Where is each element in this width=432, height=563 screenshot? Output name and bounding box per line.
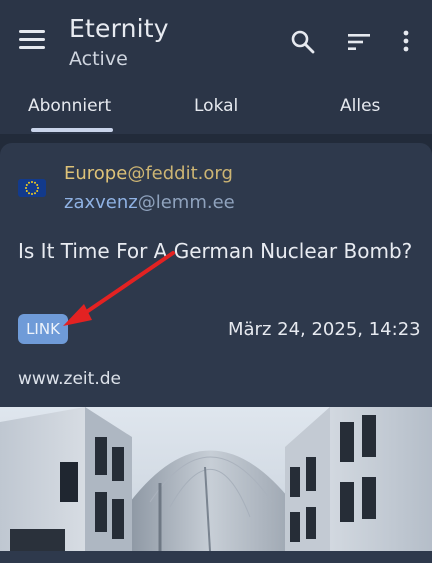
app-subtitle: Active bbox=[69, 48, 128, 70]
author-link[interactable]: zaxvenz@lemm.ee bbox=[64, 192, 235, 213]
author-name: zaxvenz bbox=[64, 192, 138, 213]
post-date: März 24, 2025, 14:23 bbox=[228, 319, 421, 340]
post-title[interactable]: Is It Time For A German Nuclear Bomb? bbox=[18, 237, 418, 266]
link-domain[interactable]: www.zeit.de bbox=[18, 369, 121, 389]
tab-bar: Abonniert Lokal Alles bbox=[0, 86, 432, 134]
community-link[interactable]: Europe@feddit.org bbox=[64, 163, 233, 184]
more-vert-icon[interactable] bbox=[395, 28, 423, 56]
menu-icon[interactable] bbox=[19, 30, 45, 50]
active-tab-indicator bbox=[31, 128, 113, 132]
eu-flag-icon[interactable] bbox=[18, 179, 46, 197]
sort-icon[interactable] bbox=[345, 28, 373, 56]
link-badge[interactable]: LINK bbox=[18, 314, 68, 344]
app-title: Eternity bbox=[69, 14, 169, 43]
tab-lokal[interactable]: Lokal bbox=[194, 96, 238, 116]
community-name: Europe bbox=[64, 163, 128, 184]
search-icon[interactable] bbox=[289, 28, 317, 56]
app-bar: Eternity Active bbox=[0, 0, 432, 86]
post-thumbnail-image[interactable] bbox=[0, 407, 432, 551]
tab-abonniert[interactable]: Abonniert bbox=[28, 96, 111, 116]
author-host: @lemm.ee bbox=[137, 192, 235, 213]
community-host: @feddit.org bbox=[127, 163, 233, 184]
tab-alles[interactable]: Alles bbox=[340, 96, 380, 116]
